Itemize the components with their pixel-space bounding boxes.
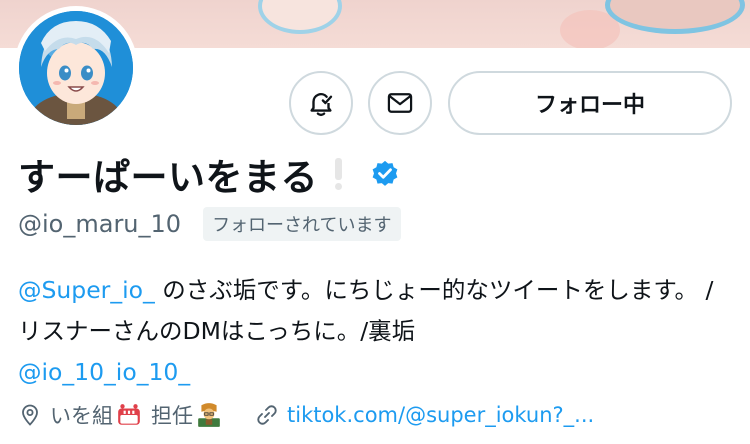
avatar[interactable] <box>14 6 138 130</box>
profile-handle: @io_maru_10 <box>18 210 182 238</box>
bio-mention-link[interactable]: @Super_io_ <box>18 276 155 304</box>
bio-mention-link[interactable]: @io_10_io_10_ <box>18 358 190 386</box>
message-button[interactable] <box>368 71 432 135</box>
handle-row: @io_maru_10 フォローされています <box>18 206 401 242</box>
banner-art <box>605 0 745 34</box>
bell-check-icon <box>310 93 333 117</box>
follows-you-badge: フォローされています <box>203 207 401 241</box>
display-name: すーぱーいをまる <box>18 156 318 199</box>
website-link[interactable]: tiktok.com/@super_iokun?_... <box>287 403 594 427</box>
profile-meta: いを組 担任 tiktok.com/@super_iokun?_... <box>18 398 594 432</box>
location-icon <box>22 404 38 426</box>
avatar-image <box>19 11 133 125</box>
name-row: すーぱーいをまる <box>18 150 400 199</box>
location-text: いを組 <box>50 404 113 428</box>
link-icon <box>257 405 277 425</box>
following-button[interactable]: フォロー中 <box>448 71 732 135</box>
location-suffix: 担任 <box>151 404 193 428</box>
verified-badge-icon[interactable] <box>370 159 400 189</box>
notification-button[interactable] <box>289 71 353 135</box>
alarm-clock-icon <box>118 404 140 425</box>
exclamation-icon <box>332 156 344 192</box>
banner-art <box>258 0 342 34</box>
profile-bio: @Super_io_ のさぶ垢です。にちじょー的なツイートをします。 / リスナ… <box>18 270 734 393</box>
mail-icon <box>387 93 413 113</box>
teacher-icon <box>198 403 220 427</box>
